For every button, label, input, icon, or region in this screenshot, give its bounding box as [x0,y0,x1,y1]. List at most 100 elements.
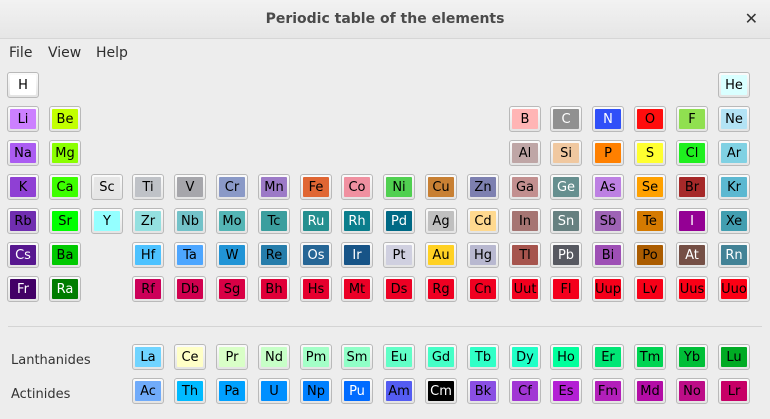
element-button-pb[interactable]: Pb [550,242,582,268]
element-button-nb[interactable]: Nb [174,208,206,234]
element-button-ra[interactable]: Ra [49,276,81,302]
element-button-nd[interactable]: Nd [258,344,290,370]
element-button-pm[interactable]: Pm [300,344,332,370]
element-button-al[interactable]: Al [509,140,541,166]
element-button-ir[interactable]: Ir [341,242,373,268]
element-button-cu[interactable]: Cu [425,174,457,200]
element-button-pr[interactable]: Pr [216,344,248,370]
element-button-uut[interactable]: Uut [509,276,541,302]
element-button-es[interactable]: Es [550,378,582,404]
menu-view[interactable]: View [48,45,81,61]
element-button-cm[interactable]: Cm [425,378,457,404]
element-button-re[interactable]: Re [258,242,290,268]
element-button-uup[interactable]: Uup [592,276,624,302]
element-button-cs[interactable]: Cs [7,242,39,268]
element-button-te[interactable]: Te [634,208,666,234]
menu-help[interactable]: Help [96,45,128,61]
element-button-b[interactable]: B [509,106,541,132]
element-button-v[interactable]: V [174,174,206,200]
element-button-ti[interactable]: Ti [132,174,164,200]
element-button-ac[interactable]: Ac [132,378,164,404]
element-button-db[interactable]: Db [174,276,206,302]
element-button-lv[interactable]: Lv [634,276,666,302]
element-button-ba[interactable]: Ba [49,242,81,268]
element-button-si[interactable]: Si [550,140,582,166]
element-button-hs[interactable]: Hs [300,276,332,302]
element-button-sc[interactable]: Sc [91,174,123,200]
element-button-he[interactable]: He [718,72,750,98]
element-button-pa[interactable]: Pa [216,378,248,404]
element-button-y[interactable]: Y [91,208,123,234]
element-button-gd[interactable]: Gd [425,344,457,370]
element-button-am[interactable]: Am [383,378,415,404]
element-button-n[interactable]: N [592,106,624,132]
element-button-la[interactable]: La [132,344,164,370]
element-button-pd[interactable]: Pd [383,208,415,234]
element-button-mn[interactable]: Mn [258,174,290,200]
element-button-rb[interactable]: Rb [7,208,39,234]
element-button-os[interactable]: Os [300,242,332,268]
element-button-tl[interactable]: Tl [509,242,541,268]
element-button-ce[interactable]: Ce [174,344,206,370]
element-button-uuo[interactable]: Uuo [718,276,750,302]
element-button-ta[interactable]: Ta [174,242,206,268]
element-button-dy[interactable]: Dy [509,344,541,370]
element-button-zn[interactable]: Zn [467,174,499,200]
element-button-pu[interactable]: Pu [341,378,373,404]
element-button-pt[interactable]: Pt [383,242,415,268]
element-button-s[interactable]: S [634,140,666,166]
element-button-cr[interactable]: Cr [216,174,248,200]
element-button-sn[interactable]: Sn [550,208,582,234]
menu-file[interactable]: File [9,45,32,61]
element-button-u[interactable]: U [258,378,290,404]
element-button-er[interactable]: Er [592,344,624,370]
element-button-fr[interactable]: Fr [7,276,39,302]
element-button-po[interactable]: Po [634,242,666,268]
element-button-in[interactable]: In [509,208,541,234]
element-button-tm[interactable]: Tm [634,344,666,370]
element-button-hf[interactable]: Hf [132,242,164,268]
element-button-th[interactable]: Th [174,378,206,404]
element-button-ru[interactable]: Ru [300,208,332,234]
element-button-yb[interactable]: Yb [676,344,708,370]
element-button-zr[interactable]: Zr [132,208,164,234]
element-button-cf[interactable]: Cf [509,378,541,404]
element-button-no[interactable]: No [676,378,708,404]
element-button-i[interactable]: I [676,208,708,234]
element-button-ca[interactable]: Ca [49,174,81,200]
element-button-fl[interactable]: Fl [550,276,582,302]
element-button-ag[interactable]: Ag [425,208,457,234]
element-button-ar[interactable]: Ar [718,140,750,166]
element-button-f[interactable]: F [676,106,708,132]
element-button-cl[interactable]: Cl [676,140,708,166]
element-button-be[interactable]: Be [49,106,81,132]
element-button-au[interactable]: Au [425,242,457,268]
element-button-tb[interactable]: Tb [467,344,499,370]
element-button-fm[interactable]: Fm [592,378,624,404]
element-button-li[interactable]: Li [7,106,39,132]
element-button-ni[interactable]: Ni [383,174,415,200]
element-button-ge[interactable]: Ge [550,174,582,200]
element-button-lr[interactable]: Lr [718,378,750,404]
element-button-mt[interactable]: Mt [341,276,373,302]
element-button-na[interactable]: Na [7,140,39,166]
element-button-mg[interactable]: Mg [49,140,81,166]
element-button-fe[interactable]: Fe [300,174,332,200]
element-button-bh[interactable]: Bh [258,276,290,302]
element-button-w[interactable]: W [216,242,248,268]
element-button-ne[interactable]: Ne [718,106,750,132]
element-button-uus[interactable]: Uus [676,276,708,302]
element-button-rh[interactable]: Rh [341,208,373,234]
element-button-h[interactable]: H [7,72,39,98]
element-button-rn[interactable]: Rn [718,242,750,268]
element-button-p[interactable]: P [592,140,624,166]
element-button-mo[interactable]: Mo [216,208,248,234]
element-button-ho[interactable]: Ho [550,344,582,370]
element-button-as[interactable]: As [592,174,624,200]
element-button-c[interactable]: C [550,106,582,132]
element-button-at[interactable]: At [676,242,708,268]
element-button-np[interactable]: Np [300,378,332,404]
element-button-sg[interactable]: Sg [216,276,248,302]
element-button-xe[interactable]: Xe [718,208,750,234]
element-button-lu[interactable]: Lu [718,344,750,370]
